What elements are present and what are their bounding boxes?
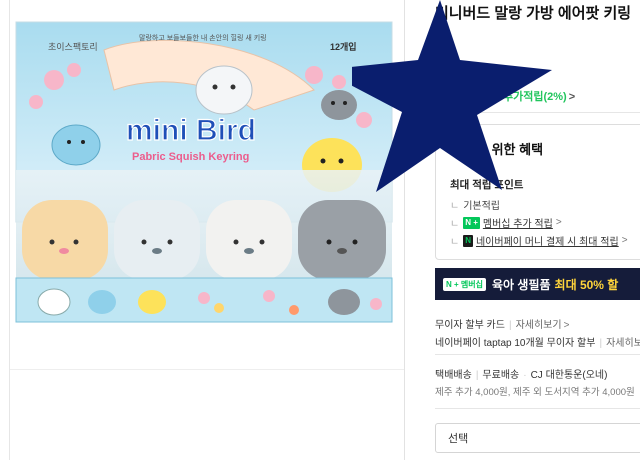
membership-tag: N + 멤버십 [443,277,486,291]
installment-detail: 네이버페이 taptap 10개월 무이자 할부 [435,338,596,349]
bullet-icon: ㄴ [450,237,460,248]
benefit-row-naverpay[interactable]: ㄴ N 네이버페이 머니 결제 시 최대 적립 > [450,233,628,248]
gallery-divider [10,369,404,370]
installment-label: 무이자 할부 카드 [435,320,505,331]
max-point-heading: 최대 적립 포인트 [450,179,524,191]
benefit-row-label: 네이버페이 머니 결제 시 최대 적립 [475,237,619,248]
benefit-row-basic: ㄴ 기본적립 [450,197,500,212]
chevron-right-icon: > [621,235,628,246]
benefit-row-label: 기본적립 [463,201,501,212]
shipping-carrier: CJ 대한통운(오네) [530,370,608,381]
point-accrual-link[interactable]: 드 최대 138원 추가적립(2%) > [435,88,575,104]
shipping-row: 택배배송 | 무료배송 · CJ 대한통운(오네) [435,370,608,381]
product-info-panel: 미니버드 말랑 가방 에어팟 키링 드 최대 138원 추가적립(2%) > 을 … [404,0,640,460]
option-select[interactable]: 선택 [435,423,640,453]
shipping-extra: 제주 추가 4,000원, 제주 외 도서지역 추가 4,000원 [435,387,635,398]
section-divider [435,408,640,409]
shipping-type: 택배배송 [435,370,472,381]
installment-row: 무이자 할부 카드 | 자세히보기 > [435,320,570,331]
section-divider [435,112,640,113]
bullet-icon: ㄴ [450,201,460,212]
chevron-right-icon: > [568,91,576,103]
option-select-placeholder: 선택 [448,433,469,445]
naver-plus-badge-icon: N + [463,216,480,229]
product-gallery: 초이스팩토리 12개입 말랑하고 보들보들한 내 손안의 힐링 새 키링 min… [0,0,404,460]
benefit-title: 을 위한 혜택 [476,142,544,157]
point-accrual-text: 드 최대 138원 추가적립(2%) [435,91,567,103]
product-main-image[interactable]: 초이스팩토리 12개입 말랑하고 보들보들한 내 손안의 힐링 새 키링 min… [14,20,394,325]
section-divider [435,354,640,355]
shipping-fee: 무료배송 [482,370,520,381]
banner-highlight: 최대 50% 할 [554,277,619,292]
chevron-right-icon: > [555,217,562,228]
thumbnail-column [0,0,10,460]
headline-text: mini Bird [126,114,256,147]
benefit-row-membership[interactable]: ㄴ N + 멤버십 추가 적립 > [450,215,562,230]
installment-detail-row: 네이버페이 taptap 10개월 무이자 할부 | 자세히보 [435,334,640,349]
benefit-row-label: 멤버십 추가 적립 [482,219,553,230]
subheadline-text: Pabric Squish Keyring [132,151,249,163]
bullet-icon: ㄴ [450,219,460,230]
count-text: 12개입 [330,41,357,52]
product-title: 미니버드 말랑 가방 에어팟 키링 [435,5,632,22]
brand-text: 초이스팩토리 [48,42,98,52]
naverpay-badge-icon: N [463,234,473,247]
banner-text: 육아 생필품 [491,277,551,292]
tagline-text: 말랑하고 보들보들한 내 손안의 힐링 새 키링 [139,33,267,42]
installment-detail-link[interactable]: 자세히보 [606,338,640,349]
membership-promo-banner[interactable]: N + 멤버십 육아 생필품 최대 50% 할 [435,268,640,300]
benefit-box: 을 위한 혜택 최대 적립 포인트 ㄴ 기본적립 ㄴ N + 멤버십 추가 적립… [435,124,640,260]
installment-more-link[interactable]: 자세히보기 [516,320,562,331]
chevron-right-icon: > [563,320,570,331]
